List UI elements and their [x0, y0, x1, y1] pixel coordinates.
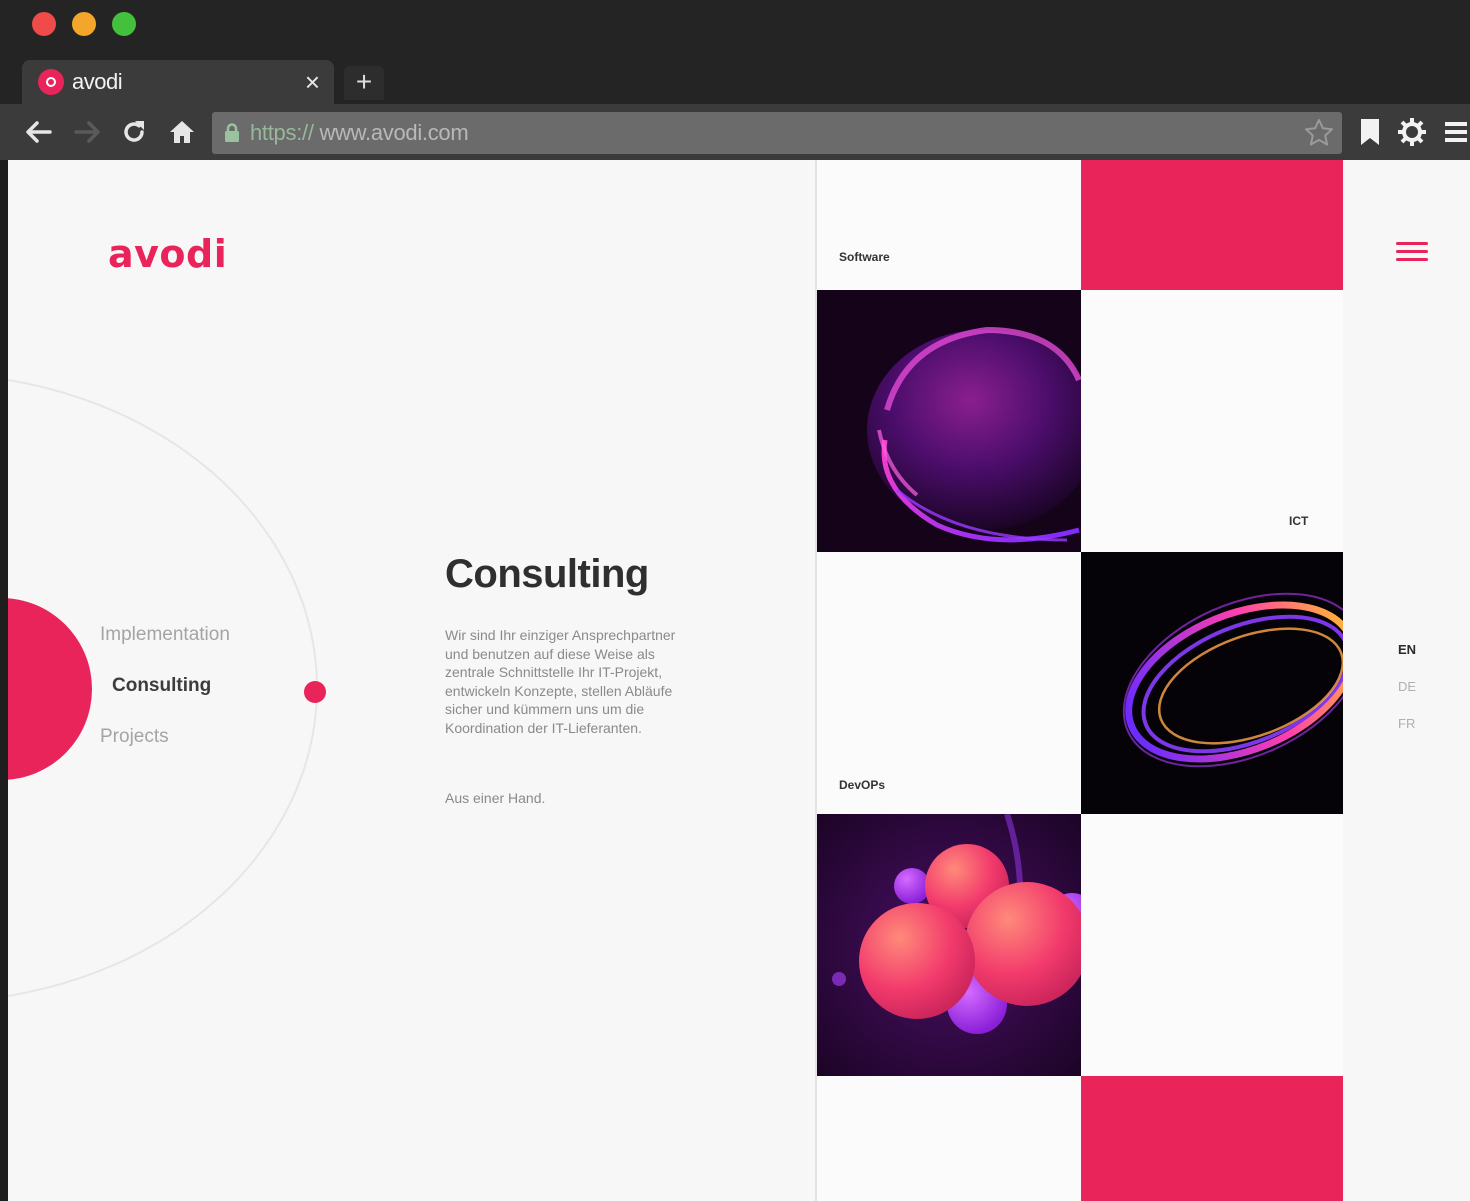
browser-toolbar: https:// www.avodi.com	[0, 104, 1470, 160]
url-host: www.avodi.com	[313, 120, 469, 145]
section-description: Wir sind Ihr einziger Ansprechpartner un…	[445, 627, 676, 736]
site-logo[interactable]: avodi	[108, 232, 227, 276]
tile-label-ict: ICT	[1289, 514, 1309, 528]
lang-fr[interactable]: FR	[1398, 716, 1416, 731]
tile-ict-label-cell[interactable]: ICT	[1081, 290, 1343, 552]
section-tagline: Aus einer Hand.	[445, 790, 546, 806]
section-title: Consulting	[445, 552, 649, 596]
sphere-artwork-image	[817, 290, 1081, 552]
home-button[interactable]	[166, 116, 198, 148]
software-image-tile[interactable]	[817, 290, 1081, 552]
window-controls	[32, 12, 136, 36]
pink-tile-bottom	[1081, 1076, 1343, 1201]
minimize-window-button[interactable]	[72, 12, 96, 36]
ict-image-tile[interactable]	[1081, 552, 1343, 814]
tab-close-button[interactable]: ×	[305, 69, 320, 95]
empty-tile	[1081, 814, 1343, 1076]
lock-icon	[225, 123, 239, 142]
gear-icon	[1398, 118, 1426, 146]
menu-icon	[1445, 122, 1467, 142]
tile-software-label-cell[interactable]: Software	[817, 160, 1081, 290]
light-rings-artwork-image	[1122, 592, 1343, 768]
language-switcher: EN DE FR	[1398, 642, 1416, 753]
tile-devops-label-cell[interactable]: DevOPs	[817, 552, 1081, 814]
reload-icon	[124, 121, 144, 142]
new-tab-button[interactable]: +	[344, 66, 384, 100]
lang-de[interactable]: DE	[1398, 679, 1416, 694]
favicon-icon	[38, 69, 64, 95]
arrow-left-icon	[26, 121, 52, 143]
lang-en[interactable]: EN	[1398, 642, 1416, 657]
nav-item-projects[interactable]: Projects	[100, 726, 169, 748]
web-page: avodi Implementation Consulting Projects…	[8, 160, 1470, 1201]
empty-tile-bottom	[817, 1076, 1081, 1201]
menu-button[interactable]	[1440, 116, 1470, 148]
url-scheme: https://	[250, 120, 314, 145]
tile-label-software: Software	[839, 250, 890, 264]
browser-tab[interactable]: avodi ×	[22, 60, 334, 104]
star-icon[interactable]	[1304, 118, 1334, 148]
tab-title: avodi	[72, 69, 123, 94]
browser-chrome: avodi × + https:// www.avodi.com	[0, 0, 1470, 160]
devops-image-tile[interactable]	[817, 814, 1081, 1076]
maximize-window-button[interactable]	[112, 12, 136, 36]
back-button[interactable]	[22, 116, 54, 148]
url-text: https:// www.avodi.com	[250, 120, 469, 146]
nav-item-consulting[interactable]: Consulting	[112, 675, 211, 697]
forward-button[interactable]	[72, 116, 104, 148]
arrow-right-icon	[74, 121, 100, 143]
home-icon	[170, 121, 194, 143]
reload-button[interactable]	[118, 116, 150, 148]
bookmarks-button[interactable]	[1354, 116, 1386, 148]
hamburger-menu-icon[interactable]	[1396, 242, 1428, 268]
address-bar[interactable]: https:// www.avodi.com	[212, 112, 1342, 154]
nav-item-implementation[interactable]: Implementation	[100, 624, 230, 646]
pink-tile-top	[1081, 160, 1343, 290]
close-window-button[interactable]	[32, 12, 56, 36]
bookmark-icon	[1361, 119, 1379, 145]
tile-label-devops: DevOPs	[839, 778, 886, 792]
bubbles-artwork-image	[817, 814, 1081, 1076]
active-nav-indicator	[304, 681, 326, 703]
settings-button[interactable]	[1396, 116, 1428, 148]
